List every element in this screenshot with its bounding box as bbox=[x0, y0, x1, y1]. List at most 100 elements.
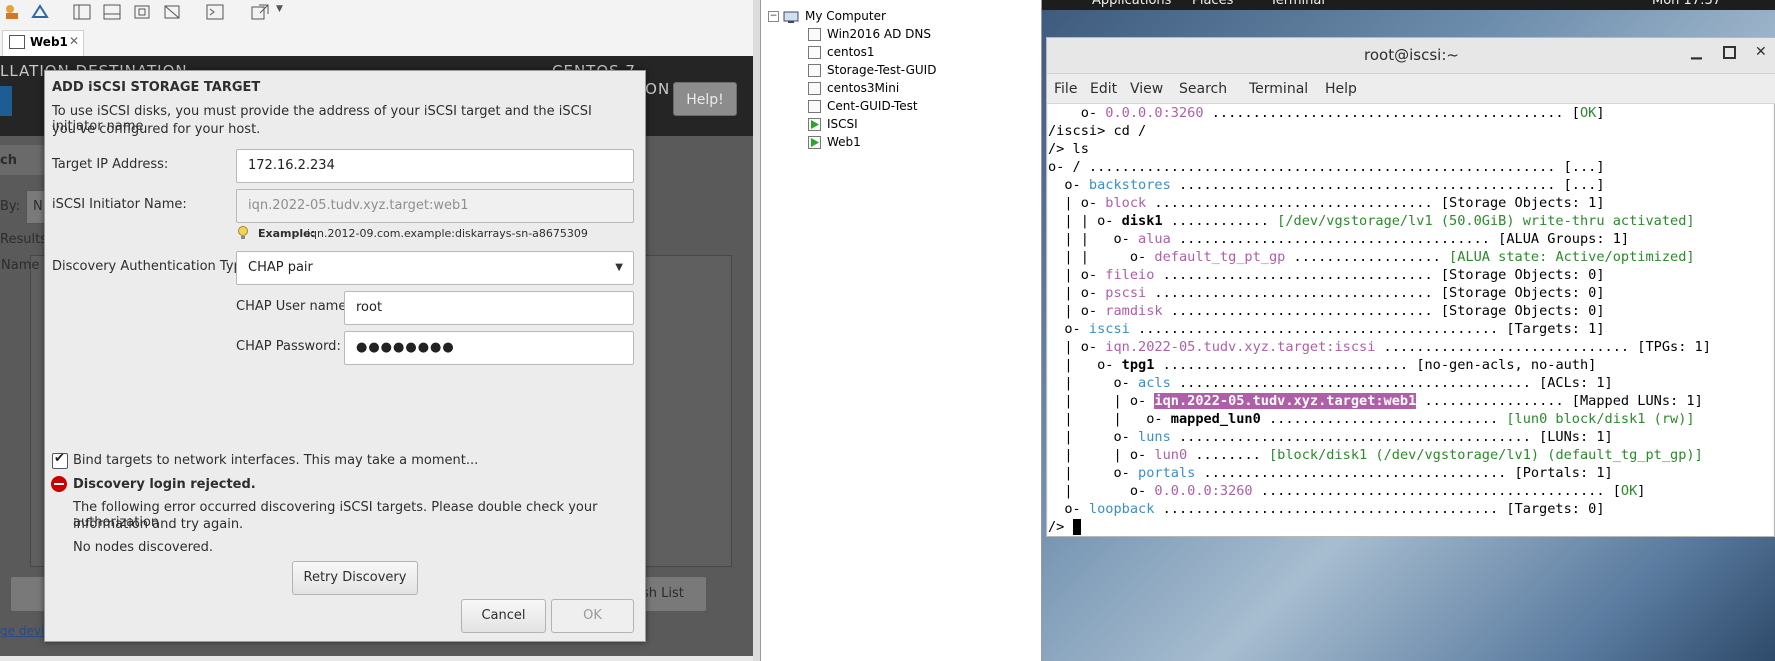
terminal-titlebar: root@iscsi:~ ▁ ✕ bbox=[1047, 38, 1775, 74]
minimize-icon[interactable]: ▁ bbox=[1691, 44, 1702, 60]
search-tab-label: ch bbox=[0, 153, 17, 168]
terminal-line: | | o- default_tg_pt_gp ................… bbox=[1048, 248, 1694, 266]
vm-running-icon bbox=[808, 136, 821, 149]
vm-icon bbox=[808, 64, 821, 77]
help-button[interactable]: Help! bbox=[673, 82, 737, 116]
terminal-text: ........................................… bbox=[1170, 177, 1605, 193]
vm-toolbar: ▼ bbox=[0, 0, 760, 27]
applications-menu[interactable]: Applications bbox=[1092, 0, 1171, 8]
tree-item-vm[interactable]: Web1 bbox=[827, 133, 861, 151]
cancel-button[interactable]: Cancel bbox=[461, 599, 546, 633]
vm-icon bbox=[808, 46, 821, 59]
terminal-line: | | o- lun0 ........ [block/disk1 (/dev/… bbox=[1048, 446, 1702, 464]
terminal-text: | | o- bbox=[1048, 411, 1171, 427]
tree-item-vm[interactable]: ISCSI bbox=[827, 115, 858, 133]
vm-icon bbox=[808, 82, 821, 95]
terminal-menu[interactable]: Terminal bbox=[1270, 0, 1325, 8]
terminal-text: ] bbox=[1637, 483, 1646, 499]
storage-devices-link[interactable]: ge devi bbox=[0, 624, 44, 638]
terminal-text: | o- bbox=[1048, 357, 1122, 373]
layout-sidebar-icon[interactable] bbox=[72, 3, 92, 21]
terminal-text: ........................................… bbox=[1252, 483, 1621, 499]
bind-targets-checkbox[interactable]: ✔ bbox=[52, 451, 68, 469]
menu-item-help[interactable]: Help bbox=[1325, 81, 1357, 97]
chevron-down-icon[interactable]: ▼ bbox=[276, 4, 283, 14]
pane-splitter[interactable] bbox=[753, 0, 760, 661]
terminal-text: lun0 bbox=[1154, 447, 1188, 463]
terminal-text: | o- bbox=[1048, 375, 1139, 391]
installer-done-button[interactable] bbox=[0, 86, 12, 116]
terminal-text: ............ bbox=[1162, 213, 1278, 229]
terminal-text: tpg1 bbox=[1121, 357, 1155, 373]
terminal-line: | o- portals ...........................… bbox=[1048, 464, 1612, 482]
retry-discovery-button[interactable]: Retry Discovery bbox=[292, 561, 418, 595]
menu-item-view[interactable]: View bbox=[1130, 81, 1163, 97]
terminal-line: | o- iqn.2022-05.tudv.xyz.target:iscsi .… bbox=[1048, 338, 1711, 356]
tab-search[interactable]: ch bbox=[0, 145, 50, 175]
tree-item-vm[interactable]: centos1 bbox=[827, 43, 875, 61]
fit-window-icon[interactable] bbox=[132, 3, 152, 21]
terminal-text: default_tg_pt_gp bbox=[1154, 249, 1286, 265]
terminal-text: portals bbox=[1138, 465, 1196, 481]
layout-bottom-icon[interactable] bbox=[102, 3, 122, 21]
terminal-text: .................................. [Stor… bbox=[1146, 195, 1605, 211]
error-icon bbox=[51, 476, 67, 492]
tree-item-vm[interactable]: Cent-GUID-Test bbox=[827, 97, 918, 115]
console-icon[interactable] bbox=[205, 3, 225, 21]
terminal-text: | | o- bbox=[1048, 249, 1155, 265]
close-icon[interactable]: ✕ bbox=[1755, 44, 1767, 60]
terminal-text: ................................ [Storag… bbox=[1162, 303, 1605, 319]
auth-type-select[interactable]: CHAP pair ▼ bbox=[236, 251, 634, 285]
tree-item-vm[interactable]: centos3Mini bbox=[827, 79, 899, 97]
close-icon[interactable]: ✕ bbox=[69, 34, 79, 48]
terminal-line: o- 0.0.0.0:3260 ........................… bbox=[1048, 104, 1605, 122]
terminal-line: | | o- mapped_lun0 .....................… bbox=[1048, 410, 1695, 428]
terminal-text: [/dev/vgstorage/lv1 (50.0GiB) write-thru… bbox=[1277, 213, 1695, 229]
target-ip-label: Target IP Address: bbox=[52, 157, 169, 172]
terminal-output[interactable]: o- 0.0.0.0:3260 ........................… bbox=[1048, 104, 1773, 536]
tree-item-vm[interactable]: Win2016 AD DNS bbox=[827, 25, 931, 43]
menu-item-edit[interactable]: Edit bbox=[1090, 81, 1117, 97]
clock[interactable]: Mon 17:37 bbox=[1652, 0, 1721, 8]
ok-button[interactable]: OK bbox=[551, 599, 634, 633]
target-ip-field[interactable]: 172.16.2.234 bbox=[236, 149, 634, 183]
terminal-text: ........................................… bbox=[1129, 321, 1605, 337]
terminal-line: | o- block .............................… bbox=[1048, 194, 1605, 212]
places-menu[interactable]: Places bbox=[1192, 0, 1233, 8]
terminal-text: | o- bbox=[1048, 429, 1139, 445]
no-fit-icon[interactable] bbox=[162, 3, 182, 21]
tab-web1[interactable]: Web1 ✕ bbox=[2, 30, 84, 56]
collapse-icon[interactable]: − bbox=[768, 11, 779, 22]
terminal-text: ramdisk bbox=[1105, 303, 1163, 319]
maximize-icon[interactable] bbox=[1723, 46, 1736, 59]
vm-inventory-tree: − My Computer Win2016 AD DNS centos1 Stora… bbox=[760, 0, 1042, 661]
terminal-text: block bbox=[1105, 195, 1147, 211]
tree-item-vm[interactable]: Storage-Test-GUID bbox=[827, 61, 936, 79]
terminal-text: [lun0 block/disk1 (rw)] bbox=[1506, 411, 1695, 427]
menu-item-search[interactable]: Search bbox=[1179, 81, 1227, 97]
user-icon[interactable] bbox=[4, 3, 24, 21]
terminal-text: iscsi bbox=[1088, 321, 1130, 337]
tree-root-my-computer[interactable]: My Computer bbox=[805, 7, 886, 25]
chap-password-field[interactable]: ●●●●●●●● bbox=[344, 331, 634, 365]
terminal-text: | o- bbox=[1048, 465, 1139, 481]
terminal-text: iqn.2022-05.tudv.xyz.target:iscsi bbox=[1105, 339, 1376, 355]
menu-item-file[interactable]: File bbox=[1054, 81, 1077, 97]
chap-user-field[interactable]: root bbox=[344, 291, 634, 325]
terminal-text: .................................. [Stor… bbox=[1146, 285, 1605, 301]
fullscreen-icon[interactable] bbox=[250, 3, 270, 21]
terminal-text: | o- bbox=[1048, 285, 1106, 301]
chevron-down-icon: ▼ bbox=[615, 262, 623, 273]
terminal-text: fileio bbox=[1105, 267, 1155, 283]
terminal-text: | | o- bbox=[1048, 231, 1139, 247]
terminal-text: loopback bbox=[1088, 501, 1155, 517]
filter-select[interactable]: N bbox=[26, 190, 46, 224]
error-title: Discovery login rejected. bbox=[73, 477, 256, 492]
terminal-line: | o- pscsi .............................… bbox=[1048, 284, 1605, 302]
column-header-name: Name bbox=[1, 258, 40, 273]
network-icon[interactable] bbox=[30, 3, 50, 21]
terminal-line: | | o- iqn.2022-05.tudv.xyz.target:web1 … bbox=[1048, 392, 1703, 410]
terminal-text: | o- bbox=[1048, 339, 1106, 355]
terminal-text: acls bbox=[1138, 375, 1171, 391]
menu-item-terminal[interactable]: Terminal bbox=[1249, 81, 1308, 97]
